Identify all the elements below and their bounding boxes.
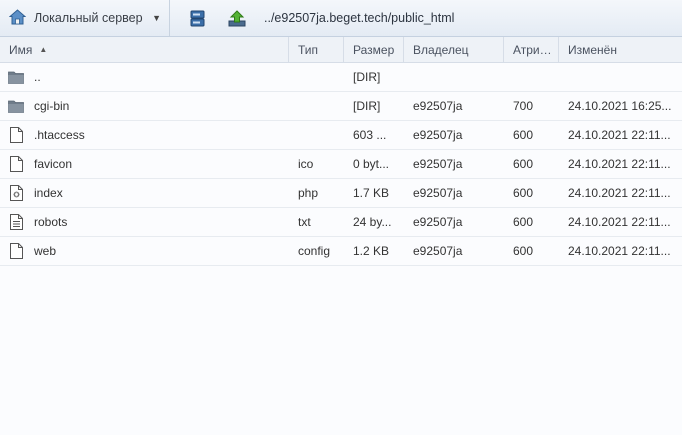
file-list: .. [DIR] cgi-bin [DIR] e92507ja 700 24.10.2021… — [0, 63, 682, 266]
column-header-type-label: Тип — [298, 42, 319, 57]
file-attributes: 600 — [513, 157, 534, 171]
file-size: 0 byt... — [353, 157, 390, 171]
file-name: robots — [34, 215, 68, 229]
column-header-name[interactable]: Имя ▲ — [0, 37, 289, 62]
file-row[interactable]: robots txt 24 by... e92507ja 600 24.10.2021 2… — [0, 208, 682, 237]
column-header-name-label: Имя — [9, 42, 33, 57]
file-size: 1.7 KB — [353, 186, 390, 200]
file-type: txt — [298, 215, 311, 229]
server-selector[interactable]: Локальный сервер ▼ — [0, 0, 170, 36]
server-manage-button[interactable] — [184, 5, 210, 31]
file-row[interactable]: cgi-bin [DIR] e92507ja 700 24.10.2021 16:25.… — [0, 92, 682, 121]
column-header-row: Имя ▲ Тип Размер Владелец Атри… Изменён — [0, 37, 682, 63]
file-size: 603 ... — [353, 128, 387, 142]
file-type: config — [298, 244, 331, 258]
toolbar: Локальный сервер ▼ ../e92507ja.beget.tec… — [0, 0, 682, 37]
file-attributes: 600 — [513, 215, 534, 229]
folder-icon — [8, 69, 24, 85]
svg-text:<>: <> — [13, 192, 20, 197]
column-header-modified-label: Изменён — [568, 42, 617, 57]
file-row[interactable]: web config 1.2 KB e92507ja 600 24.10.2021 22:… — [0, 237, 682, 266]
file-icon — [8, 243, 24, 259]
upload-button[interactable] — [224, 5, 250, 31]
folder-icon — [8, 98, 24, 114]
file-modified: 24.10.2021 16:25... — [568, 99, 672, 113]
file-size: [DIR] — [353, 99, 381, 113]
file-modified: 24.10.2021 22:11... — [568, 157, 671, 171]
file-owner: e92507ja — [413, 99, 463, 113]
file-name: index — [34, 186, 63, 200]
upload-icon — [228, 9, 246, 26]
file-type: php — [298, 186, 319, 200]
file-size: [DIR] — [353, 70, 381, 84]
file-name: .htaccess — [34, 128, 85, 142]
file-name-cell: web — [0, 243, 289, 259]
sort-ascending-icon: ▲ — [39, 45, 48, 54]
file-row[interactable]: favicon ico 0 byt... e92507ja 600 24.10.2021 … — [0, 150, 682, 179]
file-name: .. — [34, 70, 41, 84]
text-file-icon — [8, 214, 24, 230]
file-name-cell: favicon — [0, 156, 289, 172]
file-type: ico — [298, 157, 314, 171]
column-header-attributes[interactable]: Атри… — [504, 37, 559, 62]
file-modified: 24.10.2021 22:11... — [568, 128, 671, 142]
file-name-cell: cgi-bin — [0, 98, 289, 114]
home-icon — [8, 8, 27, 28]
file-name: cgi-bin — [34, 99, 70, 113]
file-row[interactable]: .. [DIR] — [0, 63, 682, 92]
chevron-down-icon: ▼ — [152, 13, 161, 23]
file-attributes: 600 — [513, 244, 534, 258]
file-owner: e92507ja — [413, 157, 463, 171]
file-owner: e92507ja — [413, 186, 463, 200]
column-header-modified[interactable]: Изменён — [559, 37, 682, 62]
file-name-cell: .. — [0, 69, 289, 85]
file-icon — [8, 156, 24, 172]
file-owner: e92507ja — [413, 128, 463, 142]
file-row[interactable]: .htaccess 603 ... e92507ja 600 24.10.2021 22… — [0, 121, 682, 150]
file-attributes: 600 — [513, 186, 534, 200]
column-header-owner-label: Владелец — [413, 42, 469, 57]
file-name: web — [34, 244, 57, 258]
file-name: favicon — [34, 157, 73, 171]
file-icon — [8, 127, 24, 143]
server-icon — [190, 10, 204, 26]
file-attributes: 600 — [513, 128, 534, 142]
file-owner: e92507ja — [413, 215, 463, 229]
column-header-type[interactable]: Тип — [289, 37, 344, 62]
code-file-icon: <> — [8, 185, 24, 201]
file-modified: 24.10.2021 22:11... — [568, 215, 671, 229]
file-name-cell: .htaccess — [0, 127, 289, 143]
server-label: Локальный сервер — [34, 11, 143, 25]
file-attributes: 700 — [513, 99, 534, 113]
file-modified: 24.10.2021 22:11... — [568, 244, 671, 258]
file-name-cell: <> index — [0, 185, 289, 201]
file-owner: e92507ja — [413, 244, 463, 258]
file-size: 1.2 KB — [353, 244, 390, 258]
column-header-size-label: Размер — [353, 42, 395, 57]
current-path: ../e92507ja.beget.tech/public_html — [264, 11, 455, 25]
column-header-attributes-label: Атри… — [513, 42, 552, 57]
file-name-cell: robots — [0, 214, 289, 230]
file-row[interactable]: <> index php 1.7 KB e92507ja 600 24.10.2021 22… — [0, 179, 682, 208]
file-modified: 24.10.2021 22:11... — [568, 186, 671, 200]
column-header-owner[interactable]: Владелец — [404, 37, 504, 62]
column-header-size[interactable]: Размер — [344, 37, 404, 62]
file-size: 24 by... — [353, 215, 392, 229]
